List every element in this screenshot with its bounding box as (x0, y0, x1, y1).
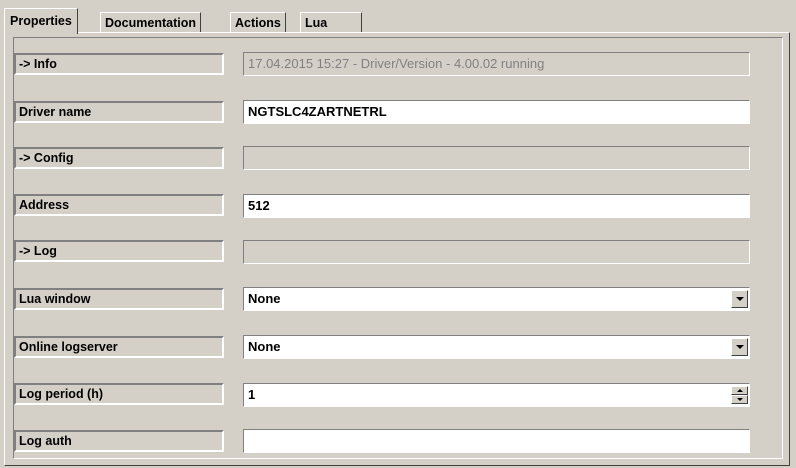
tab-lua[interactable]: Lua (300, 12, 363, 32)
driver-name-input[interactable]: NGTSLC4ZARTNETRL (243, 100, 750, 124)
log-field (243, 240, 750, 264)
lua-window-value: None (248, 291, 281, 306)
driver-name-label: Driver name (14, 101, 224, 123)
info-field: 17.04.2015 15:27 - Driver/Version - 4.00… (243, 52, 750, 76)
tab-properties[interactable]: Properties (4, 8, 78, 34)
chevron-down-icon[interactable] (731, 338, 748, 356)
spin-down-button[interactable] (731, 395, 748, 404)
address-input[interactable]: 512 (243, 194, 750, 218)
info-label: -> Info (14, 53, 224, 75)
log-period-label: Log period (h) (14, 383, 224, 405)
online-logserver-label: Online logserver (14, 336, 224, 358)
log-label: -> Log (14, 240, 224, 262)
chevron-down-icon[interactable] (731, 290, 748, 308)
log-period-value: 1 (248, 387, 256, 402)
tab-documentation[interactable]: Documentation (100, 12, 201, 32)
online-logserver-select[interactable]: None (243, 335, 750, 359)
lua-window-select[interactable]: None (243, 287, 750, 311)
spin-up-button[interactable] (731, 386, 748, 395)
lua-window-label: Lua window (14, 288, 224, 310)
spinner-icon[interactable] (731, 386, 748, 404)
log-auth-input[interactable] (243, 429, 750, 453)
address-label: Address (14, 194, 224, 216)
online-logserver-value: None (248, 339, 281, 354)
tab-actions[interactable]: Actions (230, 12, 286, 32)
log-period-stepper[interactable]: 1 (243, 383, 750, 407)
config-field (243, 146, 750, 170)
config-label: -> Config (14, 147, 224, 169)
driver-properties-window: Properties Documentation Actions Lua -> … (0, 0, 796, 468)
log-auth-label: Log auth (14, 430, 224, 452)
